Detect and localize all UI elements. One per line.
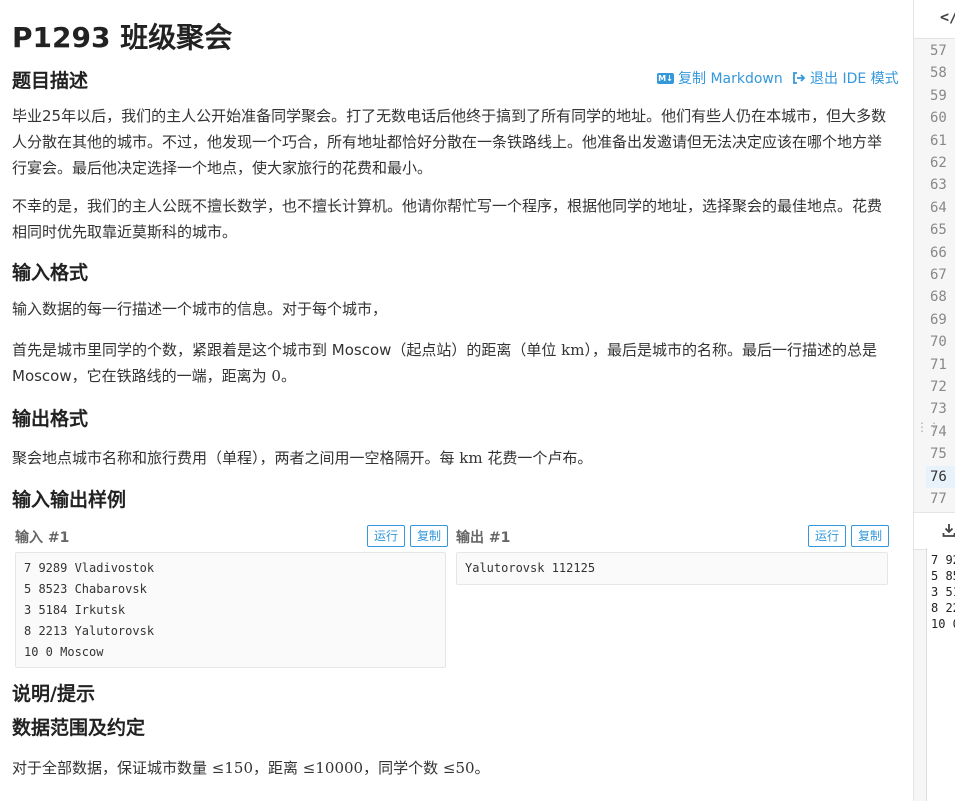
- output-format-heading: 输出格式: [12, 408, 89, 430]
- city-limit: 150: [224, 759, 253, 777]
- sample-output-label: 输出 #1: [456, 530, 511, 546]
- sample-input-line: 10 0 Moscow: [24, 645, 104, 659]
- input-format-text-c: 。: [280, 367, 296, 385]
- classmate-limit: 50: [455, 759, 475, 777]
- line-number: 67: [930, 267, 947, 283]
- sample-input-label: 输入 #1: [15, 530, 70, 546]
- line-number: 71: [930, 356, 947, 373]
- samples-heading: 输入输出样例: [12, 489, 127, 511]
- distance-limit: 10000: [315, 759, 364, 777]
- line-number: 76: [926, 465, 955, 488]
- sample-input-box[interactable]: 7 9289 Vladivostok 5 8523 Chabarovsk 3 5…: [15, 552, 446, 668]
- description-paragraph-2: 不幸的是，我们的主人公既不擅长数学，也不擅长计算机。他请你帮忙写一个程序，根据他…: [12, 197, 883, 241]
- line-number: 70: [930, 334, 947, 351]
- input-format-heading: 输入格式: [12, 262, 89, 284]
- input-format-paragraph-1: 输入数据的每一行描述一个城市的信息。对于每个城市，: [12, 300, 388, 318]
- line-number: 61: [930, 132, 947, 149]
- page-title: P1293 班级聚会: [12, 21, 233, 54]
- line-number: 64: [930, 199, 947, 216]
- range-text-c: ，同学个数: [363, 759, 443, 777]
- range-text-a: 对于全部数据，保证城市数量: [12, 759, 212, 777]
- input-copy-button[interactable]: 复制: [410, 525, 449, 547]
- line-number: 77: [930, 491, 947, 507]
- line-number: 72: [930, 379, 947, 395]
- range-text-b: ，距离: [253, 759, 303, 777]
- line-number: 63: [930, 177, 947, 194]
- unit-km: km: [561, 341, 585, 359]
- sample-input-line: 3 5184 Irkutsk: [24, 603, 126, 617]
- ide-input-line: 5 85: [931, 569, 955, 583]
- line-number: 58: [930, 65, 947, 82]
- input-format-text-a: 首先是城市里同学的个数，紧跟着是这个城市到 Moscow（起点站）的距离（单位: [12, 341, 562, 359]
- line-number: 62: [930, 155, 947, 171]
- ide-input-line: 3 51: [931, 585, 955, 599]
- ide-input-textarea[interactable]: 7 92 5 85 3 51 8 22 10 0: [926, 548, 955, 801]
- line-number: 75: [930, 446, 947, 463]
- output-format-paragraph: 聚会地点城市名称和旅行费用（单程），两者之间用一空格隔开。每 km 花费一个卢布…: [12, 445, 892, 471]
- line-number: 57: [930, 43, 947, 59]
- markdown-icon: M↓: [657, 72, 674, 84]
- sample-input-line: 7 9289 Vladivostok: [24, 561, 155, 575]
- line-number: 66: [930, 244, 947, 261]
- line-number: 69: [930, 311, 947, 328]
- description-heading: 题目描述: [12, 70, 89, 92]
- line-number: 73: [930, 401, 947, 418]
- ide-panel: </ 5758596061626364656667686970717273747…: [913, 0, 955, 801]
- line-number: 68: [930, 289, 947, 306]
- hint-heading: 说明/提示: [12, 683, 95, 705]
- leq-symbol: ≤: [211, 759, 225, 777]
- leq-symbol: ≤: [302, 759, 316, 777]
- line-number: 59: [930, 87, 947, 104]
- exit-ide-label: 退出 IDE 模式: [810, 71, 899, 87]
- description-paragraph-1: 毕业25年以后，我们的主人公开始准备同学聚会。打了无数电话后他终于搞到了所有同学…: [12, 107, 887, 177]
- output-format-text-b: 花费一个卢布。: [482, 449, 593, 467]
- ide-input-line: 10 0: [931, 617, 955, 631]
- copy-markdown-link[interactable]: M↓ 复制 Markdown: [657, 68, 783, 88]
- range-heading: 数据范围及约定: [12, 717, 146, 739]
- code-icon[interactable]: </: [940, 8, 955, 26]
- sample-input-line: 8 2213 Yalutorovsk: [24, 624, 155, 638]
- ide-header: </: [914, 0, 955, 39]
- problem-panel: P1293 班级聚会 题目描述 M↓ 复制 Markdown 退出 IDE 模式…: [0, 0, 912, 801]
- leq-symbol: ≤: [442, 759, 456, 777]
- line-number: 60: [930, 110, 947, 127]
- input-run-button[interactable]: 运行: [367, 525, 406, 547]
- splitter-handle-icon[interactable]: ⋮⋮: [916, 420, 940, 434]
- output-unit-km: km: [459, 449, 483, 467]
- ide-input-line: 8 22: [931, 601, 955, 615]
- sample-input-line: 5 8523 Chabarovsk: [24, 582, 147, 596]
- output-run-button[interactable]: 运行: [808, 525, 847, 547]
- download-icon[interactable]: [942, 523, 955, 537]
- line-number: 65: [930, 222, 947, 239]
- output-copy-button[interactable]: 复制: [851, 525, 890, 547]
- sample-output-line: Yalutorovsk 112125: [465, 561, 596, 575]
- range-text-d: 。: [474, 759, 490, 777]
- output-format-text-a: 聚会地点城市名称和旅行费用（单程），两者之间用一空格隔开。每: [12, 449, 460, 467]
- input-format-paragraph-2: 首先是城市里同学的个数，紧跟着是这个城市到 Moscow（起点站）的距离（单位 …: [12, 337, 892, 389]
- exit-icon: [793, 72, 806, 84]
- range-paragraph: 对于全部数据，保证城市数量 ≤150，距离 ≤10000，同学个数 ≤50。: [12, 755, 892, 781]
- sample-output-box[interactable]: Yalutorovsk 112125: [456, 552, 888, 585]
- copy-markdown-label: 复制 Markdown: [678, 71, 783, 87]
- ide-input-line: 7 92: [931, 553, 955, 567]
- exit-ide-link[interactable]: 退出 IDE 模式: [792, 68, 899, 88]
- ide-io-header: [914, 512, 955, 550]
- distance-zero: 0: [271, 367, 281, 385]
